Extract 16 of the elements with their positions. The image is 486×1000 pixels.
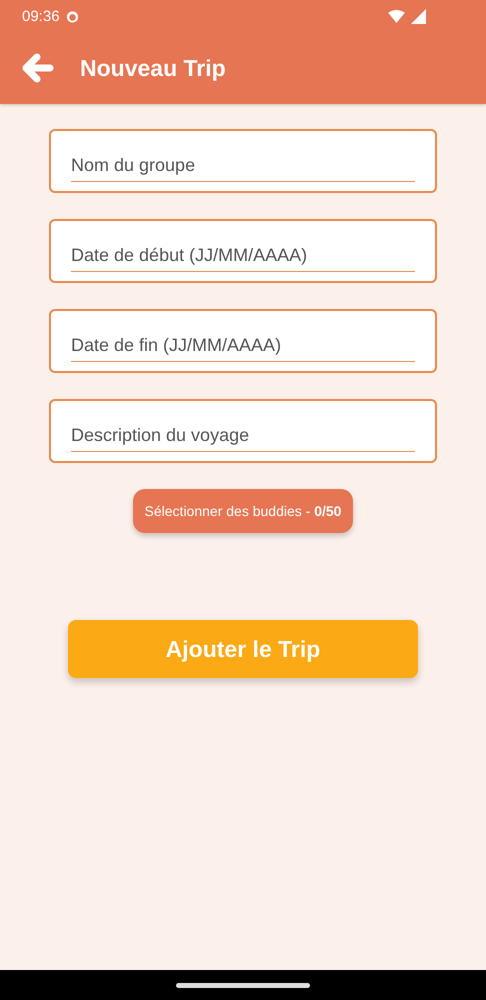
add-trip-button[interactable]: Ajouter le Trip <box>68 620 418 678</box>
screen-title: Nouveau Trip <box>80 54 226 82</box>
status-time: 09:36 <box>22 8 60 24</box>
back-arrow-icon[interactable] <box>22 53 54 83</box>
select-buddies-button[interactable]: Sélectionner des buddies - 0/50 <box>132 489 354 533</box>
text-field[interactable]: Date de début (JJ/MM/AAAA) <box>49 219 437 283</box>
text-input-field[interactable]: Date de fin (JJ/MM/AAAA) <box>71 331 415 362</box>
text-input-field[interactable]: Nom du groupe <box>71 151 415 182</box>
text-input-field[interactable]: Date de début (JJ/MM/AAAA) <box>71 241 415 272</box>
text-field[interactable]: Nom du groupe <box>49 129 437 193</box>
text-field[interactable]: Date de fin (JJ/MM/AAAA) <box>49 309 437 373</box>
signal-icon <box>411 8 426 24</box>
text-input-field[interactable]: Description du voyage <box>71 421 415 452</box>
text-field[interactable]: Description du voyage <box>49 399 437 463</box>
wifi-icon <box>388 10 405 22</box>
home-handle[interactable] <box>176 982 310 988</box>
